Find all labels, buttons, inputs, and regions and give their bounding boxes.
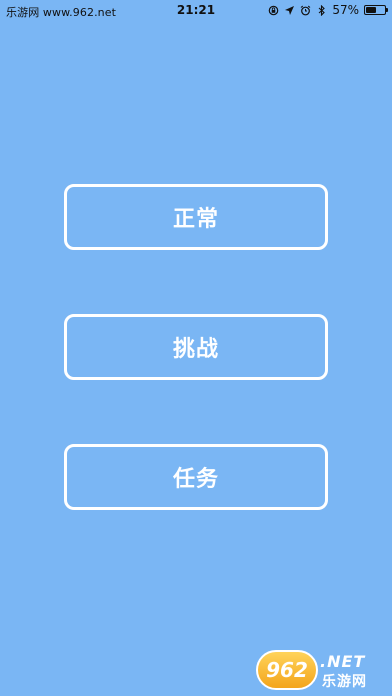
location-icon — [284, 5, 295, 16]
rotation-lock-icon — [268, 5, 279, 16]
watermark-net-text: .NET — [320, 652, 366, 671]
status-right-icons: 57% — [268, 3, 388, 17]
watermark-badge: 962 — [256, 650, 318, 690]
status-bar: 乐游网 www.962.net 21:21 57% — [0, 0, 392, 22]
site-watermark: 962 .NET 乐游网 — [256, 650, 386, 690]
watermark-sub-text: 乐游网 — [322, 674, 367, 690]
alarm-icon — [300, 5, 311, 16]
task-mode-button[interactable]: 任务 — [64, 444, 328, 510]
battery-icon — [364, 5, 388, 15]
bluetooth-icon — [316, 4, 327, 16]
challenge-mode-button[interactable]: 挑战 — [64, 314, 328, 380]
normal-mode-button[interactable]: 正常 — [64, 184, 328, 250]
battery-percent: 57% — [332, 3, 359, 17]
battery-fill — [366, 7, 376, 13]
